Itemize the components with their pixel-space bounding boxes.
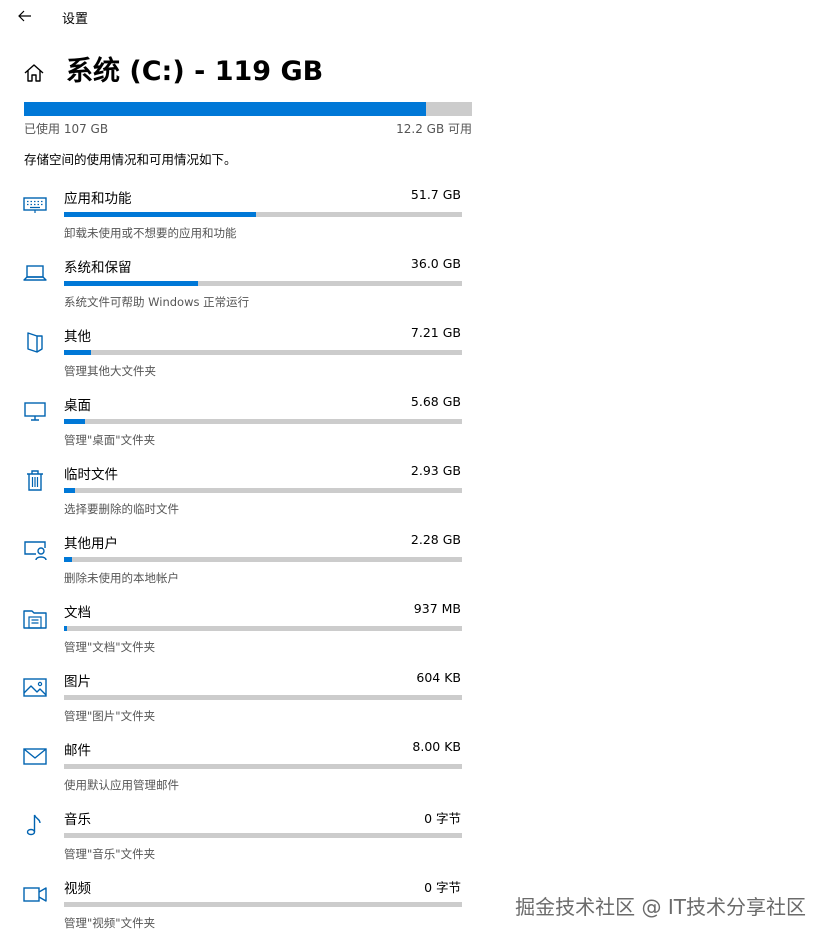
category-subtitle: 管理"文档"文件夹 bbox=[64, 640, 156, 654]
category-usage-bar bbox=[64, 626, 462, 631]
category-size: 0 字节 bbox=[424, 811, 461, 826]
video-icon bbox=[22, 881, 48, 907]
app-title: 设置 bbox=[62, 12, 89, 27]
category-size: 5.68 GB bbox=[410, 394, 461, 409]
back-arrow-icon bbox=[18, 10, 31, 22]
category-name: 音乐 bbox=[64, 812, 91, 828]
category-pictures[interactable]: 图片 604 KB 管理"图片"文件夹 bbox=[0, 669, 480, 729]
category-system-reserved[interactable]: 系统和保留 36.0 GB 系统文件可帮助 Windows 正常运行 bbox=[0, 255, 480, 315]
category-size: 7.21 GB bbox=[410, 325, 461, 340]
category-usage-fill bbox=[64, 488, 75, 493]
category-name: 桌面 bbox=[64, 398, 91, 414]
other-files-icon bbox=[22, 329, 48, 355]
category-name: 视频 bbox=[64, 881, 91, 897]
category-subtitle: 删除未使用的本地帐户 bbox=[64, 571, 179, 585]
category-usage-bar bbox=[64, 419, 462, 424]
category-subtitle: 系统文件可帮助 Windows 正常运行 bbox=[64, 295, 250, 309]
category-documents[interactable]: 文档 937 MB 管理"文档"文件夹 bbox=[0, 600, 480, 660]
category-music[interactable]: 音乐 0 字节 管理"音乐"文件夹 bbox=[0, 807, 480, 867]
category-name: 系统和保留 bbox=[64, 260, 132, 276]
category-size: 2.28 GB bbox=[410, 532, 461, 547]
category-mail[interactable]: 邮件 8.00 KB 使用默认应用管理邮件 bbox=[0, 738, 480, 798]
category-usage-bar bbox=[64, 488, 462, 493]
category-usage-bar bbox=[64, 695, 462, 700]
category-size: 2.93 GB bbox=[410, 463, 461, 478]
storage-description: 存储空间的使用情况和可用情况如下。 bbox=[24, 152, 237, 167]
settings-window: 设置 系统 (C:) - 119 GB 已使用 107 GB 12.2 GB 可… bbox=[0, 0, 828, 942]
category-subtitle: 卸载未使用或不想要的应用和功能 bbox=[64, 226, 237, 240]
category-size: 937 MB bbox=[413, 601, 461, 616]
category-usage-fill bbox=[64, 212, 257, 217]
category-usage-bar bbox=[64, 212, 462, 217]
category-name: 邮件 bbox=[64, 743, 91, 759]
free-space-label: 12.2 GB 可用 bbox=[396, 122, 472, 136]
page-title: 系统 (C:) - 119 GB bbox=[66, 56, 324, 87]
category-desktop[interactable]: 桌面 5.68 GB 管理"桌面"文件夹 bbox=[0, 393, 480, 453]
title-bar: 设置 bbox=[0, 0, 828, 34]
documents-icon bbox=[22, 605, 48, 631]
category-usage-bar bbox=[64, 764, 462, 769]
category-usage-fill bbox=[64, 350, 91, 355]
category-usage-bar bbox=[64, 557, 462, 562]
category-other[interactable]: 其他 7.21 GB 管理其他大文件夹 bbox=[0, 324, 480, 384]
category-usage-bar bbox=[64, 281, 462, 286]
other-users-icon bbox=[22, 536, 48, 562]
category-subtitle: 管理"音乐"文件夹 bbox=[64, 847, 156, 861]
category-apps[interactable]: 应用和功能 51.7 GB 卸载未使用或不想要的应用和功能 bbox=[0, 186, 480, 246]
back-button[interactable] bbox=[14, 6, 36, 26]
category-subtitle: 管理"图片"文件夹 bbox=[64, 709, 156, 723]
music-icon bbox=[22, 812, 48, 838]
category-temp-files[interactable]: 临时文件 2.93 GB 选择要删除的临时文件 bbox=[0, 462, 480, 522]
drive-usage-bar bbox=[24, 102, 472, 116]
used-space-label: 已使用 107 GB bbox=[24, 122, 109, 136]
category-subtitle: 使用默认应用管理邮件 bbox=[64, 778, 179, 792]
category-videos[interactable]: 视频 0 字节 管理"视频"文件夹 bbox=[0, 876, 480, 936]
category-usage-fill bbox=[64, 626, 68, 631]
category-size: 604 KB bbox=[416, 670, 461, 685]
category-name: 图片 bbox=[64, 674, 91, 690]
category-usage-fill bbox=[64, 557, 73, 562]
watermark: 掘金技术社区 @ IT技术分享社区 bbox=[515, 895, 806, 919]
pictures-icon bbox=[22, 674, 48, 700]
category-subtitle: 管理"桌面"文件夹 bbox=[64, 433, 156, 447]
category-usage-bar bbox=[64, 833, 462, 838]
category-usage-bar bbox=[64, 350, 462, 355]
mail-icon bbox=[22, 743, 48, 769]
home-icon[interactable] bbox=[23, 62, 45, 84]
category-name: 其他 bbox=[64, 329, 91, 345]
category-size: 36.0 GB bbox=[410, 256, 461, 271]
category-usage-bar bbox=[64, 902, 462, 907]
category-size: 51.7 GB bbox=[410, 187, 461, 202]
category-usage-fill bbox=[64, 419, 86, 424]
category-other-users[interactable]: 其他用户 2.28 GB 删除未使用的本地帐户 bbox=[0, 531, 480, 591]
category-subtitle: 管理"视频"文件夹 bbox=[64, 916, 156, 930]
category-size: 0 字节 bbox=[424, 880, 461, 895]
monitor-icon bbox=[22, 398, 48, 424]
laptop-icon bbox=[22, 260, 48, 286]
category-subtitle: 选择要删除的临时文件 bbox=[64, 502, 179, 516]
keyboard-icon bbox=[22, 191, 48, 217]
category-name: 应用和功能 bbox=[64, 191, 132, 207]
category-name: 文档 bbox=[64, 605, 91, 621]
trash-icon bbox=[22, 467, 48, 493]
category-usage-fill bbox=[64, 281, 199, 286]
drive-usage-fill bbox=[24, 102, 426, 116]
category-name: 临时文件 bbox=[64, 467, 118, 483]
category-name: 其他用户 bbox=[64, 536, 118, 552]
category-size: 8.00 KB bbox=[412, 739, 461, 754]
category-subtitle: 管理其他大文件夹 bbox=[64, 364, 156, 378]
